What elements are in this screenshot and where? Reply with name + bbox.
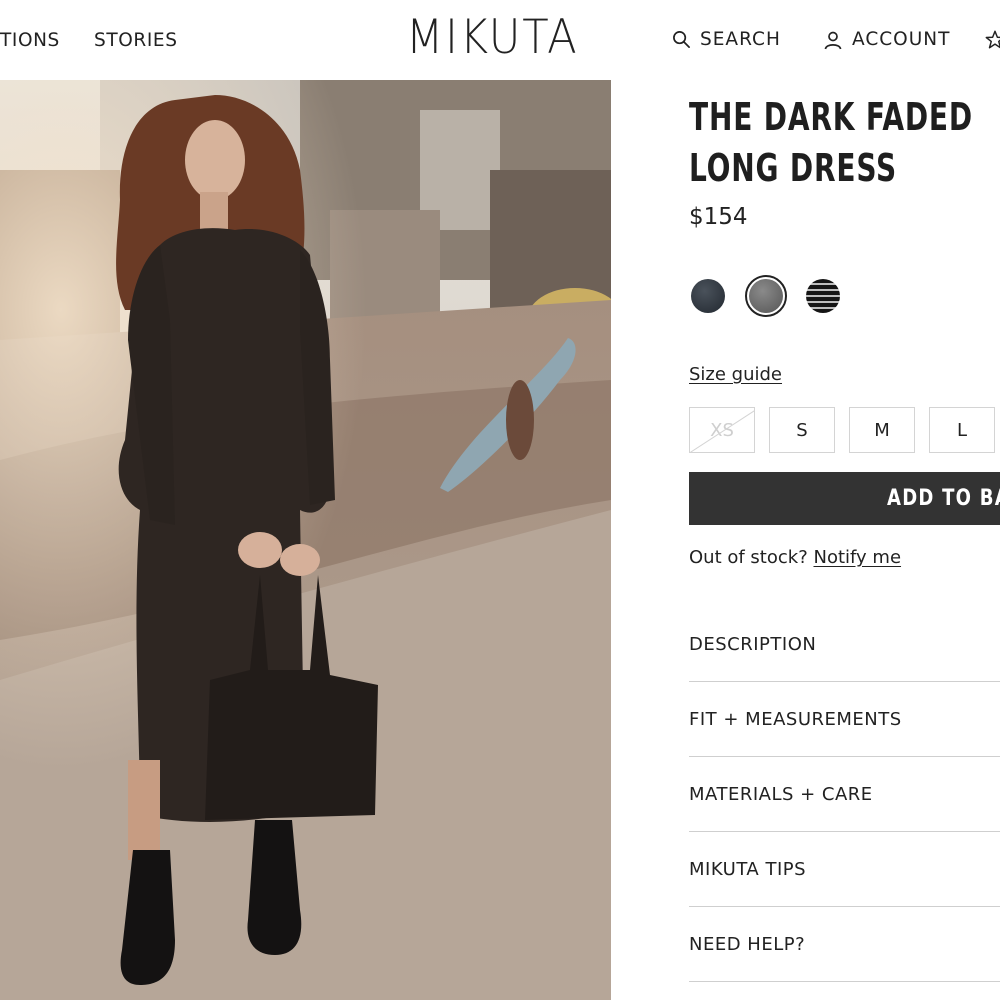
accordion-materials-care[interactable]: MATERIALS + CARE — [689, 758, 1000, 832]
accordion-label: DESCRIPTION — [689, 634, 817, 655]
size-option-l[interactable]: L — [929, 407, 995, 453]
accordion-label: MIKUTA TIPS — [689, 859, 807, 880]
nav-link-stories[interactable]: STORIES — [94, 30, 178, 51]
color-swatch-grey-selected[interactable] — [745, 275, 787, 317]
account-button[interactable]: ACCOUNT — [823, 29, 950, 50]
accordion-label: MATERIALS + CARE — [689, 784, 873, 805]
add-to-bag-label: ADD TO BAG — [887, 486, 1000, 511]
accordion-mikuta-tips[interactable]: MIKUTA TIPS — [689, 833, 1000, 907]
size-option-s[interactable]: S — [769, 407, 835, 453]
accordion-label: FIT + MEASUREMENTS — [689, 709, 902, 730]
product-title: THE DARK FADED LONG DRESS — [689, 95, 974, 190]
account-icon — [824, 31, 842, 49]
star-icon — [985, 30, 1000, 49]
size-label: L — [956, 419, 968, 441]
brand-logo[interactable]: MIKUTA — [406, 10, 579, 65]
accordion-fit-measurements[interactable]: FIT + MEASUREMENTS — [689, 683, 1000, 757]
product-price: $154 — [689, 204, 748, 230]
wishlist-button[interactable] — [984, 29, 1000, 51]
size-option-xs[interactable]: XS — [689, 407, 755, 453]
model-photo-illustration — [0, 80, 611, 1000]
color-swatch-dark[interactable] — [691, 279, 725, 313]
search-label: SEARCH — [700, 29, 781, 50]
size-label: S — [796, 419, 808, 441]
search-button[interactable]: SEARCH — [672, 29, 781, 50]
notify-me-link[interactable]: Notify me — [813, 547, 901, 568]
out-of-stock-text: Out of stock? — [689, 547, 808, 568]
size-label: M — [874, 419, 890, 441]
out-of-stock-notice: Out of stock? Notify me — [689, 547, 901, 568]
account-label: ACCOUNT — [852, 29, 951, 50]
color-swatch-striped[interactable] — [806, 279, 840, 313]
size-option-m[interactable]: M — [849, 407, 915, 453]
nav-link-collections[interactable]: TIONS — [0, 30, 60, 51]
site-header: TIONS STORIES MIKUTA SEARCH ACCOUNT — [0, 0, 1000, 80]
accordion-need-help[interactable]: NEED HELP? — [689, 908, 1000, 982]
size-guide-link[interactable]: Size guide — [689, 364, 782, 385]
add-to-bag-button[interactable]: ADD TO BAG — [689, 472, 1000, 525]
accordion-label: NEED HELP? — [689, 934, 806, 955]
accordion-description[interactable]: DESCRIPTION — [689, 608, 1000, 682]
size-label: XS — [710, 419, 734, 441]
search-icon — [673, 31, 690, 48]
product-photo[interactable] — [0, 80, 611, 1000]
